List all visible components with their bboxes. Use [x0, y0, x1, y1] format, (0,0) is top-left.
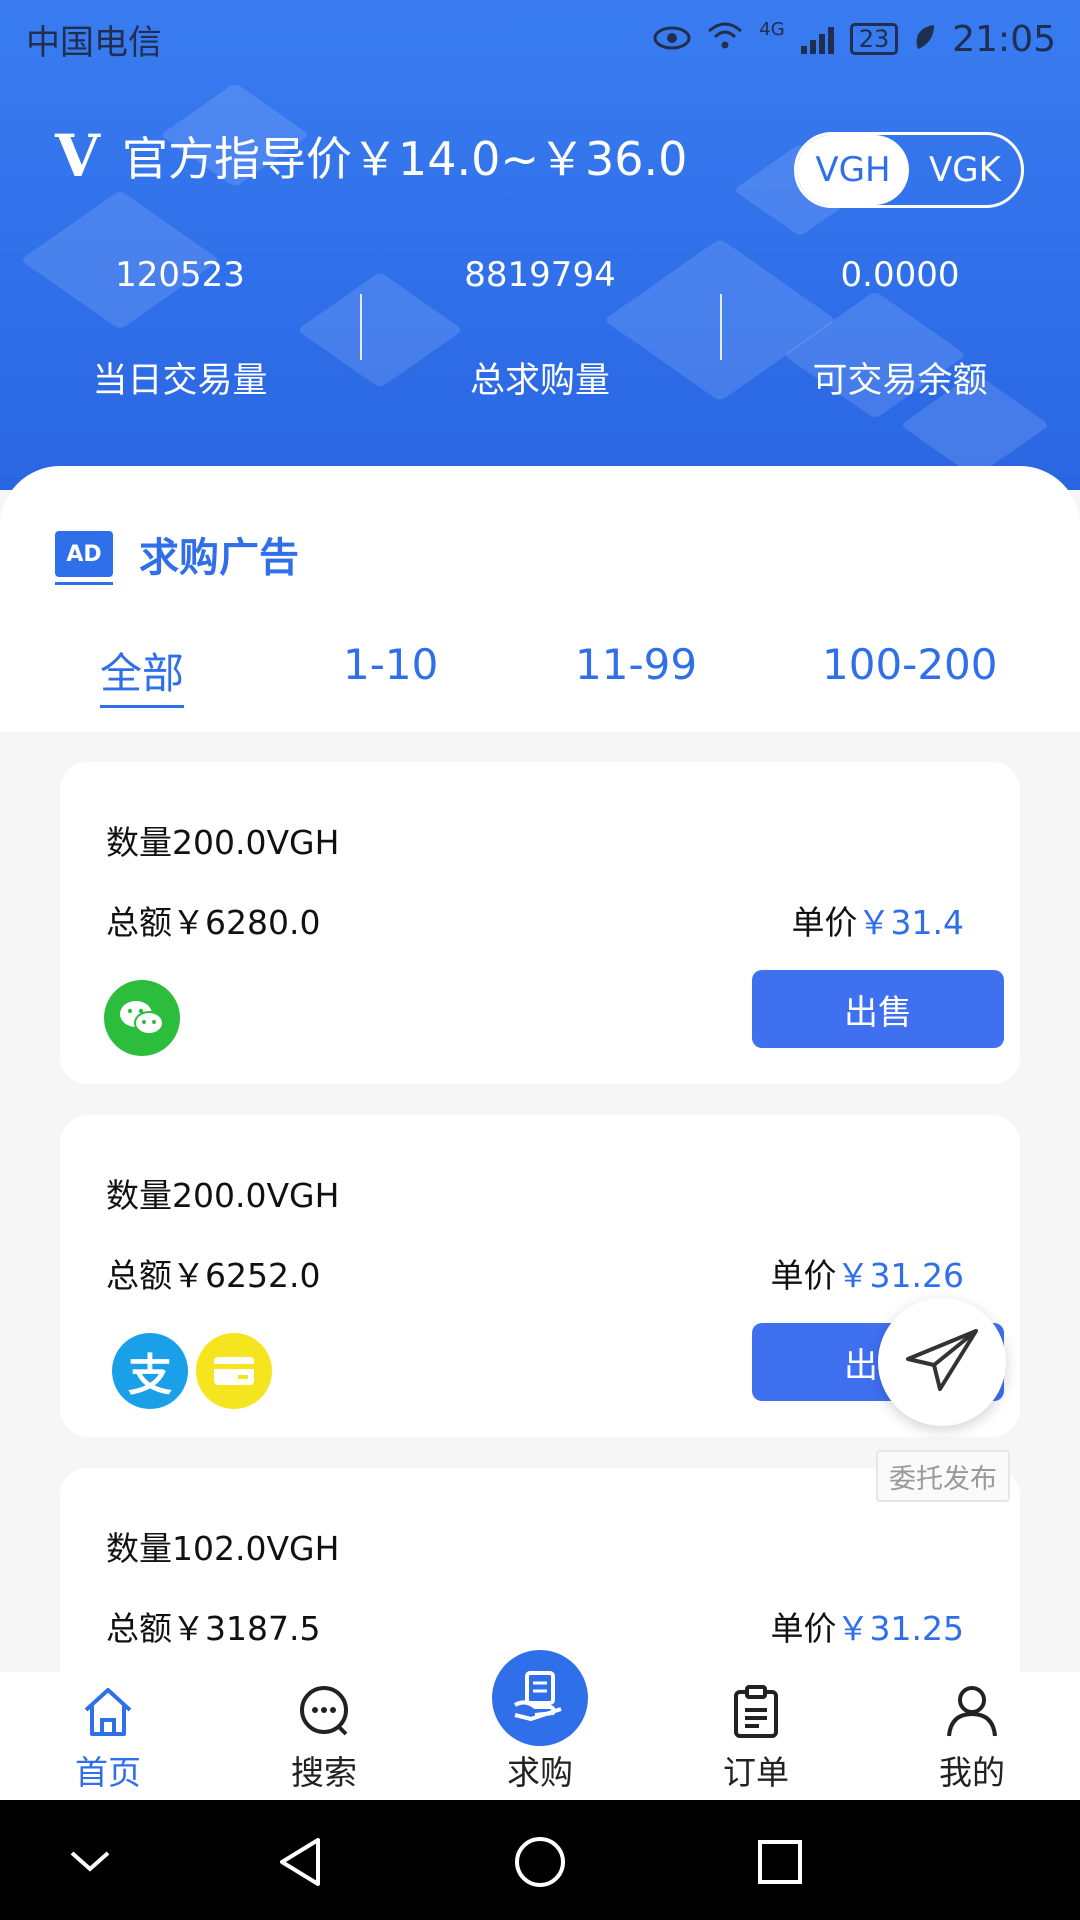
chat-search-icon [296, 1684, 352, 1742]
stat-value: 0.0000 [840, 255, 960, 295]
paper-plane-icon [904, 1325, 980, 1399]
clock-time: 21:05 [952, 18, 1056, 60]
listing-quantity: 数量200.0VGH [106, 1176, 340, 1215]
tab-all[interactable]: 全部 [100, 640, 185, 708]
user-icon [945, 1684, 999, 1742]
listing-unit-price: 单价￥31.26 [771, 1249, 964, 1297]
unit-price-label: 单价 [791, 903, 858, 942]
listing-unit-price: 单价￥31.4 [792, 896, 964, 944]
bank-card-icon [196, 1333, 272, 1409]
nav-label: 搜索 [291, 1753, 357, 1792]
unit-price-label: 单价 [770, 1256, 837, 1295]
listing-total: 总额￥6252.0 [106, 1256, 321, 1295]
listing-unit-price: 单价￥31.25 [771, 1602, 964, 1650]
status-bar: 中国电信 4G 23 21:05 [0, 0, 1080, 78]
nav-label: 订单 [723, 1753, 789, 1792]
listing-quantity: 数量102.0VGH [106, 1529, 340, 1568]
nav-search[interactable]: 搜索 [254, 1672, 394, 1800]
sell-button[interactable]: 出售 [752, 970, 1004, 1048]
nav-label: 求购 [507, 1753, 573, 1792]
unit-price-value: ￥31.25 [836, 1609, 964, 1648]
stat-value: 120523 [115, 255, 245, 295]
nav-label: 我的 [939, 1753, 1005, 1792]
stat-available-balance: 0.0000 可交易余额 [720, 250, 1080, 403]
toggle-option-vgh[interactable]: VGH [797, 135, 909, 205]
toggle-option-vgk[interactable]: VGK [909, 135, 1021, 205]
home-icon [80, 1686, 136, 1742]
quantity-tabs: 全部 1-10 11-99 100-200 [0, 640, 1080, 720]
listing-quantity: 数量200.0VGH [106, 823, 340, 862]
unit-price-value: ￥31.26 [836, 1256, 964, 1295]
header-banner: 中国电信 4G 23 21:05 V 官方指导价￥14.0~￥36.0 VGH … [0, 0, 1080, 490]
stats-row: 120523 当日交易量 8819794 总求购量 0.0000 可交易余额 [0, 250, 1080, 403]
alipay-icon: 支 [112, 1333, 188, 1409]
stat-total-demand: 8819794 总求购量 [360, 250, 720, 403]
stat-value: 8819794 [464, 255, 616, 295]
token-toggle[interactable]: VGH VGK [794, 132, 1024, 208]
listing-card: 数量200.0VGH 总额￥6252.0 单价￥31.26 支 出售 [60, 1115, 1020, 1437]
clipboard-icon [733, 1684, 779, 1742]
unit-price-value: ￥31.4 [857, 903, 964, 942]
stat-label: 当日交易量 [92, 361, 268, 401]
chevron-down-icon[interactable] [60, 1832, 120, 1892]
official-price: 官方指导价￥14.0~￥36.0 [122, 132, 688, 186]
nav-profile[interactable]: 我的 [902, 1672, 1042, 1800]
leaf-icon [914, 19, 936, 60]
listing-total: 总额￥6280.0 [106, 903, 321, 942]
stat-label: 总求购量 [469, 361, 610, 401]
network-label: 4G [759, 18, 785, 40]
back-triangle-icon[interactable] [270, 1832, 330, 1892]
wifi-icon [707, 19, 743, 60]
ads-heading: AD 求购广告 [55, 525, 299, 585]
listing-card: 数量200.0VGH 总额￥6280.0 单价￥31.4 出售 [60, 762, 1020, 1084]
tab-100-200[interactable]: 100-200 [822, 640, 998, 689]
carrier-label: 中国电信 [26, 22, 162, 63]
stat-daily-volume: 120523 当日交易量 [0, 250, 360, 403]
publish-fab[interactable] [878, 1298, 1006, 1426]
publish-label[interactable]: 委托发布 [876, 1450, 1010, 1502]
listing-total: 总额￥3187.5 [106, 1609, 321, 1648]
nav-home[interactable]: 首页 [38, 1672, 178, 1800]
home-circle-icon[interactable] [510, 1832, 570, 1892]
battery-icon: 23 [849, 23, 899, 55]
tab-1-10[interactable]: 1-10 [343, 640, 438, 689]
signal-icon [800, 24, 834, 54]
tab-11-99[interactable]: 11-99 [575, 640, 697, 689]
stat-label: 可交易余额 [812, 361, 988, 401]
brand-logo: V [55, 122, 101, 190]
price-row: V 官方指导价￥14.0~￥36.0 [55, 122, 687, 190]
purchase-hand-icon [511, 1669, 569, 1727]
wechat-icon [104, 980, 180, 1056]
ads-title: 求购广告 [139, 535, 299, 581]
recents-square-icon[interactable] [750, 1832, 810, 1892]
nav-label: 首页 [75, 1753, 141, 1792]
system-nav-bar [0, 1800, 1080, 1920]
purchase-center-button[interactable] [492, 1650, 588, 1746]
nav-orders[interactable]: 订单 [686, 1672, 826, 1800]
ad-badge-icon: AD [55, 531, 113, 585]
eye-icon [653, 19, 691, 60]
unit-price-label: 单价 [770, 1609, 837, 1648]
